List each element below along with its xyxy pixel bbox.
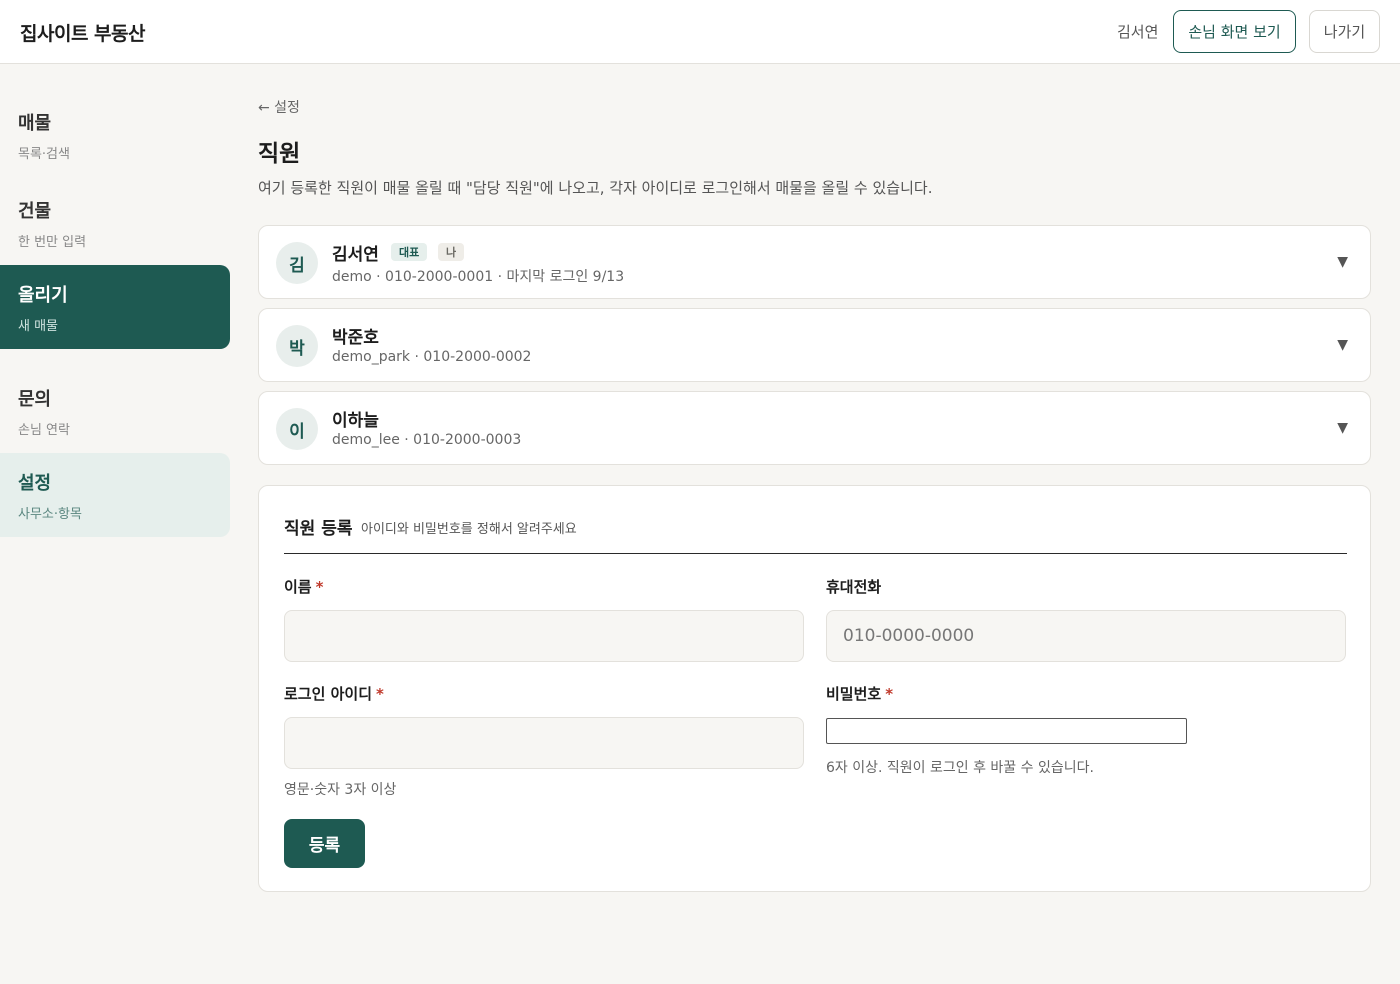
sidebar-item-title: 올리기 bbox=[18, 285, 68, 306]
sidebar-item-title: 문의 bbox=[18, 389, 52, 410]
required-mark: * bbox=[376, 685, 384, 703]
sidebar-item-listings[interactable]: 매물 목록·검색 bbox=[0, 93, 230, 177]
register-button[interactable]: 등록 bbox=[284, 819, 365, 868]
phone-input[interactable] bbox=[826, 610, 1346, 662]
avatar: 박 bbox=[276, 325, 318, 367]
password-input[interactable] bbox=[826, 718, 1187, 744]
name-input[interactable] bbox=[284, 610, 804, 662]
avatar: 이 bbox=[276, 408, 318, 450]
sidebar-item-title: 매물 bbox=[18, 113, 52, 134]
sidebar-item-subtitle: 한 번만 입력 bbox=[18, 235, 87, 250]
name-label: 이름 * bbox=[284, 576, 323, 597]
login-id-input[interactable] bbox=[284, 717, 804, 769]
form-header: 직원 등록 아이디와 비밀번호를 정해서 알려주세요 bbox=[284, 514, 1347, 554]
staff-name: 이하늘 bbox=[332, 411, 379, 431]
password-hint: 6자 이상. 직원이 로그인 후 바꿀 수 있습니다. bbox=[826, 760, 1094, 776]
staff-name: 김서연 bbox=[332, 245, 379, 265]
page-title: 직원 bbox=[258, 141, 301, 167]
chevron-down-icon[interactable]: ▼ bbox=[1337, 254, 1348, 270]
login-id-label-text: 로그인 아이디 bbox=[284, 685, 373, 703]
form-subtitle: 아이디와 비밀번호를 정해서 알려주세요 bbox=[361, 522, 577, 537]
sidebar-item-inquiries[interactable]: 문의 손님 연락 bbox=[0, 369, 230, 453]
chevron-down-icon[interactable]: ▼ bbox=[1337, 337, 1348, 353]
exit-button[interactable]: 나가기 bbox=[1309, 10, 1380, 53]
login-id-hint: 영문·숫자 3자 이상 bbox=[284, 782, 397, 798]
back-to-settings-link[interactable]: ← 설정 bbox=[258, 97, 300, 117]
avatar: 김 bbox=[276, 242, 318, 284]
guest-view-button[interactable]: 손님 화면 보기 bbox=[1173, 10, 1296, 53]
staff-card[interactable]: 박 박준호 demo_park · 010-2000-0002 ▼ bbox=[258, 308, 1371, 382]
me-badge: 나 bbox=[438, 243, 465, 261]
staff-card[interactable]: 이 이하늘 demo_lee · 010-2000-0003 ▼ bbox=[258, 391, 1371, 465]
required-mark: * bbox=[315, 578, 324, 596]
brand-title[interactable]: 집사이트 부동산 bbox=[20, 19, 145, 46]
name-label-text: 이름 bbox=[284, 578, 312, 596]
sidebar-item-upload[interactable]: 올리기 새 매물 bbox=[0, 265, 230, 349]
staff-card[interactable]: 김 김서연 대표 나 demo · 010-2000-0001 · 마지막 로그… bbox=[258, 225, 1371, 299]
login-id-label: 로그인 아이디 * bbox=[284, 683, 384, 704]
staff-meta: demo_park · 010-2000-0002 bbox=[332, 349, 532, 365]
sidebar-item-subtitle: 목록·검색 bbox=[18, 147, 70, 162]
representative-badge: 대표 bbox=[391, 243, 428, 261]
sidebar-item-subtitle: 사무소·항목 bbox=[18, 507, 82, 522]
form-title: 직원 등록 bbox=[284, 519, 353, 539]
sidebar-item-settings[interactable]: 설정 사무소·항목 bbox=[0, 453, 230, 537]
password-label: 비밀번호 * bbox=[826, 683, 893, 704]
chevron-down-icon[interactable]: ▼ bbox=[1337, 420, 1348, 436]
top-bar: 집사이트 부동산 김서연 손님 화면 보기 나가기 bbox=[0, 0, 1400, 64]
page-description: 여기 등록한 직원이 매물 올릴 때 "담당 직원"에 나오고, 각자 아이디로… bbox=[258, 179, 933, 197]
current-user-name: 김서연 bbox=[1117, 23, 1159, 41]
staff-meta: demo · 010-2000-0001 · 마지막 로그인 9/13 bbox=[332, 269, 625, 285]
sidebar-item-title: 설정 bbox=[18, 473, 52, 494]
sidebar-item-title: 건물 bbox=[18, 201, 52, 222]
staff-register-form: 직원 등록 아이디와 비밀번호를 정해서 알려주세요 이름* 휴대전화 로그인 … bbox=[258, 485, 1371, 892]
password-label-text: 비밀번호 bbox=[826, 685, 882, 703]
staff-meta: demo_lee · 010-2000-0003 bbox=[332, 432, 522, 448]
sidebar-item-subtitle: 손님 연락 bbox=[18, 423, 70, 438]
phone-label: 휴대전화 bbox=[826, 578, 882, 596]
sidebar-item-buildings[interactable]: 건물 한 번만 입력 bbox=[0, 181, 230, 265]
sidebar-item-subtitle: 새 매물 bbox=[18, 319, 59, 334]
required-mark: * bbox=[885, 685, 894, 703]
staff-name: 박준호 bbox=[332, 328, 379, 348]
